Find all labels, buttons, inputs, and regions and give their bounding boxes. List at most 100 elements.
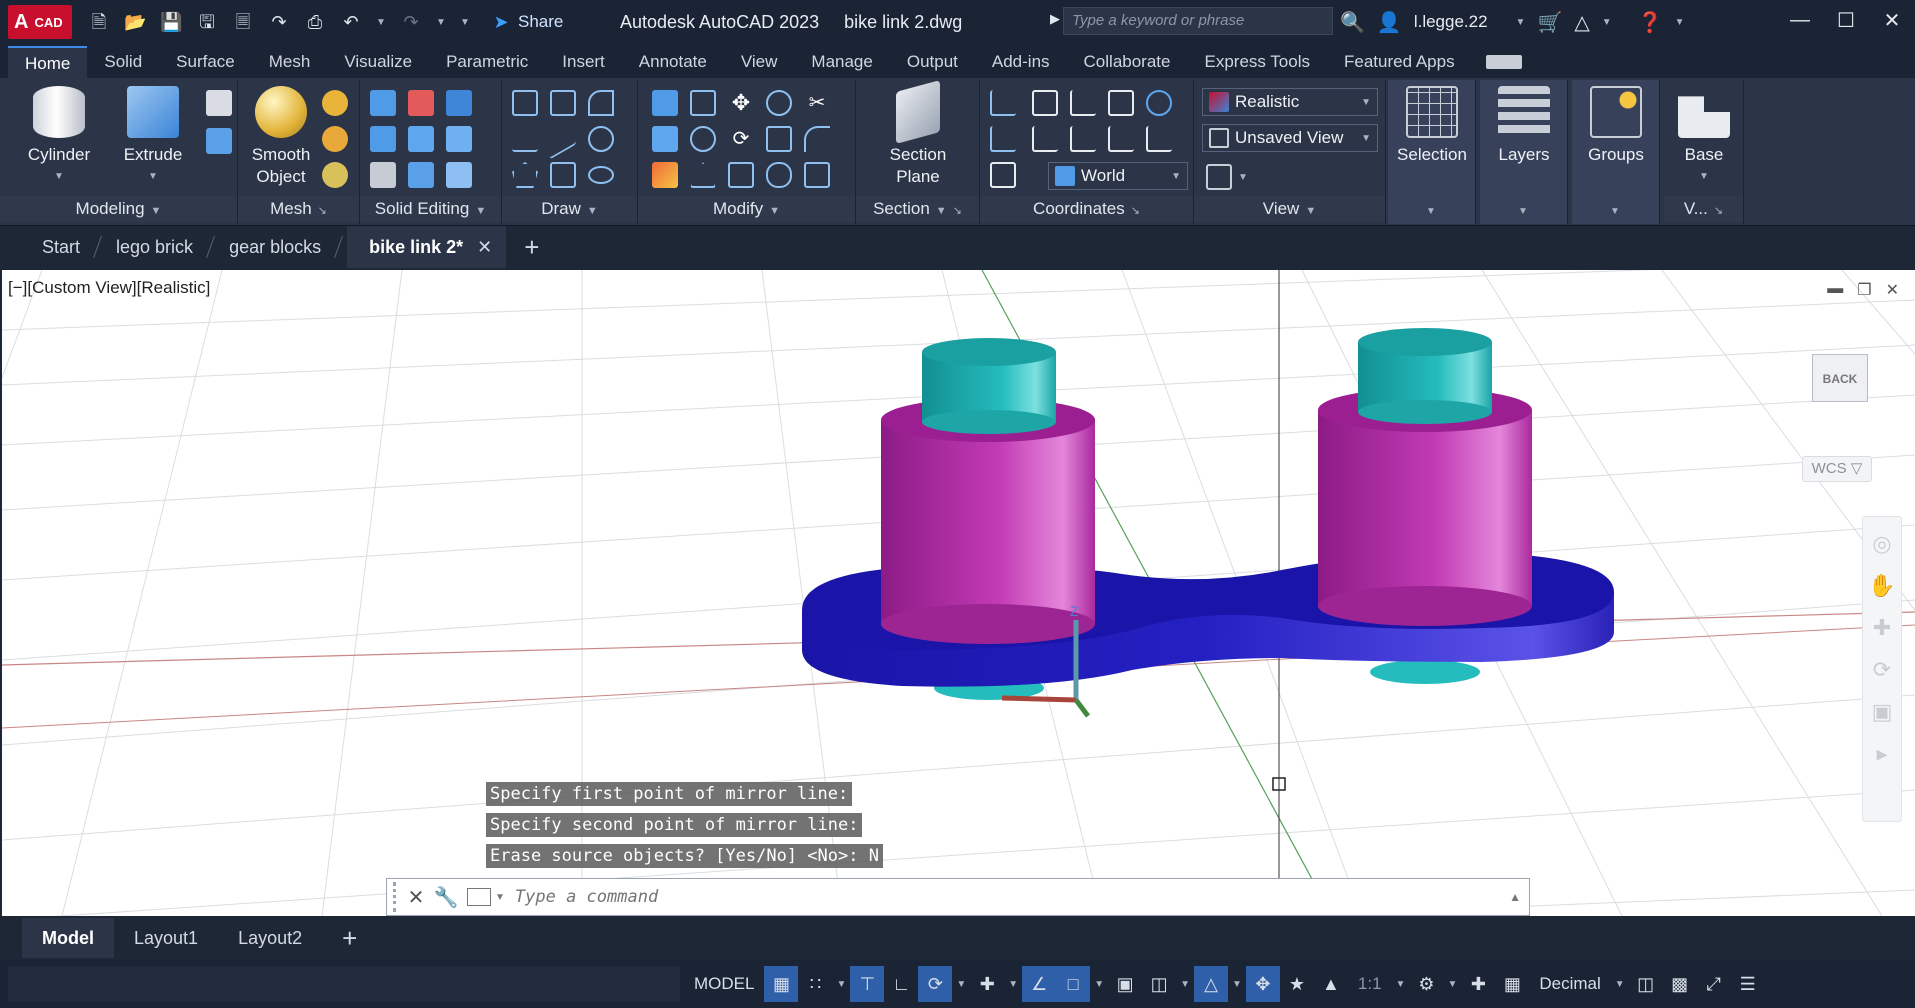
tab-annotate[interactable]: Annotate	[622, 46, 724, 78]
viewcube[interactable]: BACK	[1812, 354, 1868, 402]
file-tab-gear-blocks[interactable]: gear blocks	[207, 226, 335, 268]
copy-icon[interactable]	[766, 90, 792, 116]
panel-title-mesh[interactable]: Mesh ↘	[238, 196, 359, 222]
workspace-dropdown-icon[interactable]: ▼	[1443, 966, 1461, 1002]
a360-dropdown-icon[interactable]: ▼	[1602, 17, 1612, 28]
lineweight-icon[interactable]: ▣	[1108, 966, 1142, 1002]
file-tab-bike-link-2[interactable]: bike link 2* ✕	[347, 226, 507, 268]
ucs-icon-props-icon[interactable]	[990, 162, 1016, 188]
3d-snap-dropdown-icon[interactable]: ▼	[1176, 966, 1194, 1002]
open-file-icon[interactable]: 📂	[124, 11, 146, 33]
selection-dropdown-icon[interactable]: ▼	[1426, 206, 1436, 217]
move-icon[interactable]: ✥	[728, 90, 754, 116]
tab-home[interactable]: Home	[8, 46, 88, 78]
smooth-object-button[interactable]: Smooth Object	[246, 86, 316, 188]
ucs-x-icon[interactable]	[1032, 126, 1058, 152]
panel-title-base-view[interactable]: V... ↘	[1664, 196, 1743, 222]
explode-icon[interactable]	[728, 162, 754, 188]
command-customize-icon[interactable]: 🔧	[431, 885, 461, 910]
object-snap-dropdown-icon[interactable]: ▼	[1090, 966, 1108, 1002]
offset-icon[interactable]	[766, 162, 792, 188]
viewport-minimize-icon[interactable]: ▬	[1827, 280, 1843, 300]
steering-wheel-icon[interactable]: ◎	[1867, 529, 1897, 559]
visual-style-combo[interactable]: Realistic ▼	[1202, 88, 1378, 116]
subtract-icon[interactable]	[408, 90, 434, 116]
close-icon[interactable]: ✕	[1869, 0, 1915, 40]
isometric-drafting-icon[interactable]: ✚	[970, 966, 1004, 1002]
auto-scale-icon[interactable]: ▲	[1314, 966, 1348, 1002]
tab-mesh[interactable]: Mesh	[252, 46, 328, 78]
trim-icon[interactable]: ✂	[804, 90, 830, 116]
layers-dropdown-icon[interactable]: ▼	[1518, 206, 1528, 217]
cylinder-dropdown-icon[interactable]: ▼	[16, 166, 102, 188]
base-dropdown-icon[interactable]: ▼	[1668, 166, 1740, 188]
isometric-dropdown-icon[interactable]: ▼	[1004, 966, 1022, 1002]
save-icon[interactable]: 💾	[160, 11, 182, 33]
box-solid-icon[interactable]	[206, 90, 232, 116]
extrude-dropdown-icon[interactable]: ▼	[110, 166, 196, 188]
minimize-icon[interactable]: —	[1777, 0, 1823, 40]
redo-dropdown-icon[interactable]: ▼	[436, 17, 446, 28]
command-close-icon[interactable]: ✕	[401, 885, 431, 910]
extract-edges-icon[interactable]	[446, 126, 472, 152]
selection-filter-dropdown-icon[interactable]: ▼	[1228, 966, 1246, 1002]
units-value[interactable]: Decimal	[1529, 966, 1610, 1002]
undo-icon[interactable]: ↶	[340, 11, 362, 33]
polar-dropdown-icon[interactable]: ▼	[952, 966, 970, 1002]
orbit-icon[interactable]: ⟳	[1867, 655, 1897, 685]
viewport-restore-icon[interactable]: ❐	[1857, 280, 1871, 300]
tab-insert[interactable]: Insert	[545, 46, 622, 78]
spline-icon[interactable]	[512, 126, 538, 152]
command-line-grip[interactable]	[393, 882, 401, 912]
panel-title-coordinates[interactable]: Coordinates ↘	[980, 196, 1193, 222]
erase-icon[interactable]	[652, 162, 678, 188]
ucs-z-icon[interactable]	[1108, 126, 1134, 152]
ucs-world-icon[interactable]	[1146, 90, 1172, 116]
clean-screen-icon[interactable]: ⤢	[1697, 966, 1731, 1002]
ucs-3point-icon[interactable]	[1070, 90, 1096, 116]
fillet-icon[interactable]	[804, 126, 830, 152]
layout-tab-layout1[interactable]: Layout1	[114, 918, 218, 958]
tab-featured-apps[interactable]: Featured Apps	[1327, 46, 1472, 78]
polar-tracking-icon[interactable]: ⟳	[918, 966, 953, 1002]
gizmo-icon[interactable]: ✥	[1245, 966, 1280, 1002]
3d-rotate-icon[interactable]	[690, 90, 716, 116]
file-tab-start[interactable]: Start	[28, 226, 94, 268]
pan-icon[interactable]: ✋	[1867, 571, 1897, 601]
close-tab-icon[interactable]: ✕	[477, 237, 492, 257]
tab-parametric[interactable]: Parametric	[429, 46, 545, 78]
tab-express-tools[interactable]: Express Tools	[1187, 46, 1327, 78]
selection-filter-icon[interactable]: △	[1194, 966, 1228, 1002]
panel-title-draw[interactable]: Draw ▼	[502, 196, 637, 222]
line-icon[interactable]	[550, 118, 576, 160]
viewport-config-dropdown-icon[interactable]: ▼	[1238, 172, 1248, 183]
3d-object-snap-icon[interactable]: ◫	[1142, 966, 1176, 1002]
search-input[interactable]: Type a keyword or phrase	[1063, 7, 1333, 35]
array-icon[interactable]	[804, 162, 830, 188]
panel-title-modify[interactable]: Modify ▼	[638, 196, 855, 222]
named-view-combo[interactable]: Unsaved View ▼	[1202, 124, 1378, 152]
mesh-smooth-less-icon[interactable]	[322, 126, 348, 152]
viewport-config-icon[interactable]	[1206, 164, 1232, 190]
zoom-icon[interactable]: ✚	[1867, 613, 1897, 643]
groups-dropdown-icon[interactable]: ▼	[1610, 206, 1620, 217]
mesh-refine-icon[interactable]	[322, 162, 348, 188]
model-space-button[interactable]: MODEL	[684, 966, 764, 1002]
ortho-icon[interactable]: ∟	[884, 966, 918, 1002]
layers-button[interactable]: Layers	[1484, 86, 1564, 166]
intersect-icon[interactable]	[446, 90, 472, 116]
workspace-gear-icon[interactable]: ⚙	[1409, 966, 1443, 1002]
scale-icon[interactable]	[766, 126, 792, 152]
ucs-view-icon[interactable]	[1032, 90, 1058, 116]
ucs-icon[interactable]	[990, 90, 1016, 116]
open-web-icon[interactable]: 🗏	[232, 11, 254, 33]
new-tab-icon[interactable]: +	[506, 232, 557, 263]
ellipse-icon[interactable]	[588, 166, 614, 184]
presspull-icon[interactable]	[206, 128, 232, 154]
stretch-icon[interactable]	[690, 162, 716, 188]
customize-qa-icon[interactable]: ▼	[460, 17, 470, 28]
redo-icon[interactable]: ↷	[400, 11, 422, 33]
panel-title-section[interactable]: Section ▼ ↘	[856, 196, 979, 222]
extrude-button[interactable]: Extrude ▼	[110, 86, 196, 188]
infer-constraints-icon[interactable]: ⊤	[850, 966, 885, 1002]
